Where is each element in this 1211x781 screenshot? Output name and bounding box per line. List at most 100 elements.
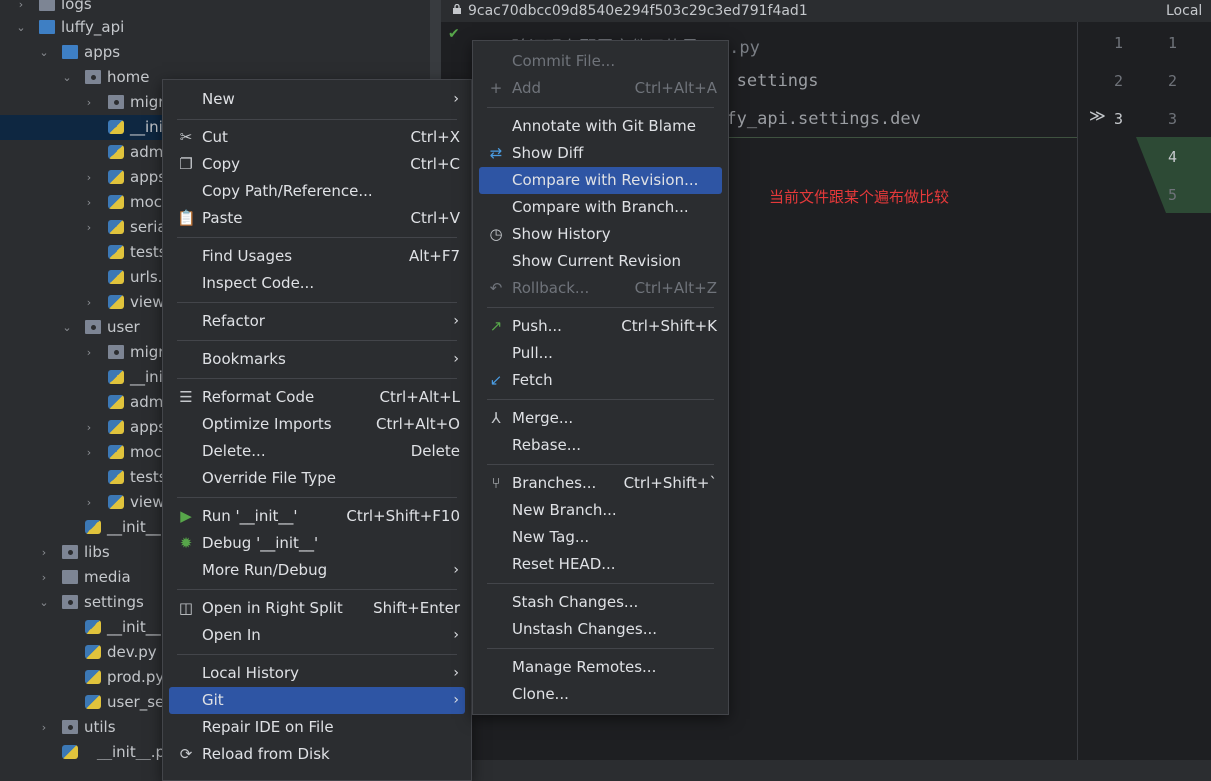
chevron-right-icon[interactable]: › — [37, 540, 51, 565]
chevron-right-icon[interactable]: › — [82, 165, 96, 190]
menu-item-unstash-changes[interactable]: Unstash Changes... — [479, 616, 722, 643]
menu-item-open-in[interactable]: Open In › — [169, 622, 465, 649]
menu-separator — [177, 237, 457, 238]
menu-item-override-file-type[interactable]: Override File Type — [169, 465, 465, 492]
menu-item-branches[interactable]: ⑂ Branches... Ctrl+Shift+` — [479, 470, 722, 497]
menu-item-run[interactable]: ▶ Run '__init__' Ctrl+Shift+F10 — [169, 503, 465, 530]
chevron-down-icon[interactable]: ⌄ — [60, 315, 74, 340]
python-file-icon — [85, 620, 101, 634]
chevron-down-icon[interactable]: ⌄ — [37, 40, 51, 65]
python-file-icon — [108, 195, 124, 209]
menu-item-copy[interactable]: ❐ Copy Ctrl+C — [169, 151, 465, 178]
tree-item-label: view — [130, 293, 165, 311]
reload-icon: ⟳ — [179, 745, 193, 763]
menu-item-label: Bookmarks — [202, 350, 286, 368]
menu-item-label: Cut — [202, 128, 228, 146]
menu-separator — [487, 583, 714, 584]
menu-item-delete[interactable]: Delete... Delete — [169, 438, 465, 465]
tree-item-label: moc — [130, 193, 163, 211]
chevron-right-icon[interactable]: › — [82, 490, 96, 515]
chevron-right-icon[interactable]: › — [82, 190, 96, 215]
menu-item-local-history[interactable]: Local History › — [169, 660, 465, 687]
menu-item-show-diff[interactable]: ⇄ Show Diff — [479, 140, 722, 167]
package-icon — [62, 720, 78, 734]
tree-item-label: __init__. — [107, 518, 166, 536]
menu-item-label: Local History — [202, 664, 300, 682]
chevron-right-icon[interactable]: › — [82, 415, 96, 440]
menu-item-manage-remotes[interactable]: Manage Remotes... — [479, 654, 722, 681]
menu-item-new-tag[interactable]: New Tag... — [479, 524, 722, 551]
menu-item-copy-path[interactable]: Copy Path/Reference... — [169, 178, 465, 205]
chevron-right-icon[interactable]: › — [82, 290, 96, 315]
menu-item-compare-with-revision[interactable]: Compare with Revision... — [479, 167, 722, 194]
menu-item-pull[interactable]: Pull... — [479, 340, 722, 367]
menu-item-repair-ide[interactable]: Repair IDE on File — [169, 714, 465, 741]
menu-separator — [487, 648, 714, 649]
chevron-down-icon[interactable]: ⌄ — [60, 65, 74, 90]
menu-item-show-current-revision[interactable]: Show Current Revision — [479, 248, 722, 275]
menu-item-bookmarks[interactable]: Bookmarks › — [169, 346, 465, 373]
chevron-right-icon[interactable]: › — [82, 90, 96, 115]
menu-item-inspect-code[interactable]: Inspect Code... — [169, 270, 465, 297]
tree-item-label: __ini — [130, 118, 163, 136]
menu-item-clone[interactable]: Clone... — [479, 681, 722, 708]
menu-item-new-branch[interactable]: New Branch... — [479, 497, 722, 524]
menu-item-annotate-git-blame[interactable]: Annotate with Git Blame — [479, 113, 722, 140]
chevron-right-icon[interactable]: › — [82, 440, 96, 465]
menu-item-rollback[interactable]: ↶ Rollback... Ctrl+Alt+Z — [479, 275, 722, 302]
menu-item-label: Rebase... — [512, 436, 582, 454]
tree-item-label: apps — [130, 418, 167, 436]
python-file-icon — [108, 395, 124, 409]
menu-item-show-history[interactable]: ◷ Show History — [479, 221, 722, 248]
tree-item-apps[interactable]: ⌄ apps — [0, 40, 441, 65]
revision-hash: 9cac70dbcc09d8540e294f503c29c3ed791f4ad1 — [468, 3, 808, 19]
menu-item-label: New Tag... — [512, 528, 590, 546]
tree-item-label: apps — [84, 43, 121, 61]
menu-item-reset-head[interactable]: Reset HEAD... — [479, 551, 722, 578]
menu-item-fetch[interactable]: ↙ Fetch — [479, 367, 722, 394]
menu-item-debug[interactable]: ✹ Debug '__init__' — [169, 530, 465, 557]
python-file-icon — [108, 245, 124, 259]
menu-item-cut[interactable]: ✂ Cut Ctrl+X — [169, 124, 465, 151]
chevron-right-icon[interactable]: › — [82, 340, 96, 365]
menu-item-label: Compare with Revision... — [512, 171, 699, 189]
menu-item-new[interactable]: New › — [169, 86, 465, 113]
chevron-right-icon[interactable]: › — [37, 715, 51, 740]
menu-item-compare-with-branch[interactable]: Compare with Branch... — [479, 194, 722, 221]
package-icon — [108, 95, 124, 109]
menu-item-reformat-code[interactable]: ☰ Reformat Code Ctrl+Alt+L — [169, 384, 465, 411]
menu-item-reload-from-disk[interactable]: ⟳ Reload from Disk — [169, 741, 465, 768]
scissors-icon: ✂ — [179, 128, 193, 146]
chevron-down-icon[interactable]: ⌄ — [37, 590, 51, 615]
menu-item-paste[interactable]: 📋 Paste Ctrl+V — [169, 205, 465, 232]
menu-item-add[interactable]: + Add Ctrl+Alt+A — [479, 75, 722, 102]
menu-item-open-right-split[interactable]: ◫ Open in Right Split Shift+Enter — [169, 595, 465, 622]
menu-item-shortcut: Ctrl+Shift+F10 — [346, 507, 460, 525]
chevron-right-icon[interactable]: › — [37, 565, 51, 590]
menu-item-commit-file[interactable]: Commit File... — [479, 48, 722, 75]
menu-item-merge[interactable]: ⅄ Merge... — [479, 405, 722, 432]
menu-item-push[interactable]: ↗ Push... Ctrl+Shift+K — [479, 313, 722, 340]
menu-item-optimize-imports[interactable]: Optimize Imports Ctrl+Alt+O — [169, 411, 465, 438]
menu-item-rebase[interactable]: Rebase... — [479, 432, 722, 459]
line-number: 3 — [1168, 110, 1178, 128]
menu-item-label: Compare with Branch... — [512, 198, 689, 216]
tree-item-label: __init__. — [107, 618, 166, 636]
menu-item-label: Push... — [512, 317, 562, 335]
tree-item-label: urls. — [130, 268, 163, 286]
python-file-icon — [108, 145, 124, 159]
menu-item-label: Git — [202, 691, 224, 709]
menu-item-label: Branches... — [512, 474, 597, 492]
tree-item-luffy-api[interactable]: ⌄ luffy_api — [0, 15, 441, 40]
menu-item-label: Open In — [202, 626, 261, 644]
chevron-down-icon[interactable]: ⌄ — [14, 15, 28, 40]
chevron-right-icon[interactable]: › — [82, 215, 96, 240]
menu-item-more-run-debug[interactable]: More Run/Debug › — [169, 557, 465, 584]
menu-item-git[interactable]: Git › — [169, 687, 465, 714]
tree-item-label: utils — [84, 718, 116, 736]
menu-item-refactor[interactable]: Refactor › — [169, 308, 465, 335]
menu-item-find-usages[interactable]: Find Usages Alt+F7 — [169, 243, 465, 270]
menu-item-stash-changes[interactable]: Stash Changes... — [479, 589, 722, 616]
tree-item-label: prod.py — [107, 668, 165, 686]
apply-change-icon[interactable]: ≫ — [1089, 106, 1106, 125]
